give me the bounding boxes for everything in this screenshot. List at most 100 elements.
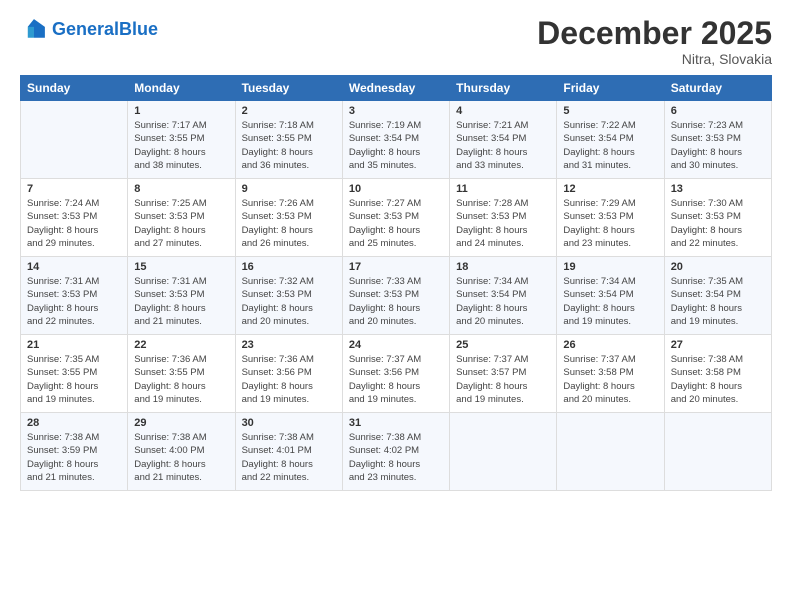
cell-4-4 bbox=[450, 413, 557, 491]
cell-4-0: 28Sunrise: 7:38 AM Sunset: 3:59 PM Dayli… bbox=[21, 413, 128, 491]
cell-4-5 bbox=[557, 413, 664, 491]
day-number: 6 bbox=[671, 105, 765, 117]
week-row-4: 28Sunrise: 7:38 AM Sunset: 3:59 PM Dayli… bbox=[21, 413, 772, 491]
day-info: Sunrise: 7:37 AM Sunset: 3:58 PM Dayligh… bbox=[563, 353, 657, 406]
cell-2-6: 20Sunrise: 7:35 AM Sunset: 3:54 PM Dayli… bbox=[664, 257, 771, 335]
day-number: 20 bbox=[671, 261, 765, 273]
header: GeneralBlue December 2025 Nitra, Slovaki… bbox=[20, 16, 772, 67]
day-info: Sunrise: 7:28 AM Sunset: 3:53 PM Dayligh… bbox=[456, 197, 550, 250]
month-title: December 2025 bbox=[537, 16, 772, 51]
cell-3-2: 23 Sunrise: 7:36 AM Sunset: 3:56 PM Dayli… bbox=[235, 335, 342, 413]
day-info: Sunrise: 7:38 AM Sunset: 4:00 PM Dayligh… bbox=[134, 431, 228, 484]
day-info: Sunrise: 7:22 AM Sunset: 3:54 PM Dayligh… bbox=[563, 119, 657, 172]
calendar-header: Sunday Monday Tuesday Wednesday Thursday… bbox=[21, 76, 772, 101]
day-number: 22 bbox=[134, 339, 228, 351]
week-row-1: 7Sunrise: 7:24 AM Sunset: 3:53 PM Daylig… bbox=[21, 179, 772, 257]
day-number: 9 bbox=[242, 183, 336, 195]
cell-2-0: 14 Sunrise: 7:31 AM Sunset: 3:53 PM Dayli… bbox=[21, 257, 128, 335]
day-info: Sunrise: 7:38 AM Sunset: 4:02 PM Dayligh… bbox=[349, 431, 443, 484]
col-wednesday: Wednesday bbox=[342, 76, 449, 101]
header-row: Sunday Monday Tuesday Wednesday Thursday… bbox=[21, 76, 772, 101]
day-number: 11 bbox=[456, 183, 550, 195]
cell-2-3: 17 Sunrise: 7:33 AM Sunset: 3:53 PM Dayli… bbox=[342, 257, 449, 335]
cell-3-3: 24 Sunrise: 7:37 AM Sunset: 3:56 PM Dayli… bbox=[342, 335, 449, 413]
cell-3-1: 22 Sunrise: 7:36 AM Sunset: 3:55 PM Dayli… bbox=[128, 335, 235, 413]
day-number: 24 bbox=[349, 339, 443, 351]
col-saturday: Saturday bbox=[664, 76, 771, 101]
cell-2-1: 15Sunrise: 7:31 AM Sunset: 3:53 PM Dayli… bbox=[128, 257, 235, 335]
day-number: 28 bbox=[27, 417, 121, 429]
day-number: 15 bbox=[134, 261, 228, 273]
calendar-table: Sunday Monday Tuesday Wednesday Thursday… bbox=[20, 75, 772, 491]
day-info: Sunrise: 7:26 AM Sunset: 3:53 PM Dayligh… bbox=[242, 197, 336, 250]
day-info: Sunrise: 7:33 AM Sunset: 3:53 PM Dayligh… bbox=[349, 275, 443, 328]
day-number: 1 bbox=[134, 105, 228, 117]
calendar-body: 1Sunrise: 7:17 AM Sunset: 3:55 PM Daylig… bbox=[21, 101, 772, 491]
cell-0-4: 4 Sunrise: 7:21 AM Sunset: 3:54 PM Daylig… bbox=[450, 101, 557, 179]
cell-2-4: 18 Sunrise: 7:34 AM Sunset: 3:54 PM Dayli… bbox=[450, 257, 557, 335]
logo-general: General bbox=[52, 19, 119, 39]
day-info: Sunrise: 7:36 AM Sunset: 3:56 PM Dayligh… bbox=[242, 353, 336, 406]
cell-1-3: 10 Sunrise: 7:27 AM Sunset: 3:53 PM Dayli… bbox=[342, 179, 449, 257]
cell-1-6: 13 Sunrise: 7:30 AM Sunset: 3:53 PM Dayli… bbox=[664, 179, 771, 257]
day-info: Sunrise: 7:24 AM Sunset: 3:53 PM Dayligh… bbox=[27, 197, 121, 250]
day-info: Sunrise: 7:19 AM Sunset: 3:54 PM Dayligh… bbox=[349, 119, 443, 172]
logo-text: GeneralBlue bbox=[52, 20, 158, 40]
day-info: Sunrise: 7:37 AM Sunset: 3:56 PM Dayligh… bbox=[349, 353, 443, 406]
day-number: 10 bbox=[349, 183, 443, 195]
day-number: 23 bbox=[242, 339, 336, 351]
day-info: Sunrise: 7:32 AM Sunset: 3:53 PM Dayligh… bbox=[242, 275, 336, 328]
cell-4-2: 30 Sunrise: 7:38 AM Sunset: 4:01 PM Dayli… bbox=[235, 413, 342, 491]
day-info: Sunrise: 7:37 AM Sunset: 3:57 PM Dayligh… bbox=[456, 353, 550, 406]
day-info: Sunrise: 7:36 AM Sunset: 3:55 PM Dayligh… bbox=[134, 353, 228, 406]
day-number: 14 bbox=[27, 261, 121, 273]
day-info: Sunrise: 7:34 AM Sunset: 3:54 PM Dayligh… bbox=[456, 275, 550, 328]
day-info: Sunrise: 7:25 AM Sunset: 3:53 PM Dayligh… bbox=[134, 197, 228, 250]
day-number: 17 bbox=[349, 261, 443, 273]
col-tuesday: Tuesday bbox=[235, 76, 342, 101]
cell-0-2: 2Sunrise: 7:18 AM Sunset: 3:55 PM Daylig… bbox=[235, 101, 342, 179]
cell-4-3: 31 Sunrise: 7:38 AM Sunset: 4:02 PM Dayli… bbox=[342, 413, 449, 491]
title-block: December 2025 Nitra, Slovakia bbox=[537, 16, 772, 67]
day-number: 27 bbox=[671, 339, 765, 351]
day-info: Sunrise: 7:35 AM Sunset: 3:55 PM Dayligh… bbox=[27, 353, 121, 406]
day-number: 25 bbox=[456, 339, 550, 351]
day-info: Sunrise: 7:30 AM Sunset: 3:53 PM Dayligh… bbox=[671, 197, 765, 250]
day-info: Sunrise: 7:21 AM Sunset: 3:54 PM Dayligh… bbox=[456, 119, 550, 172]
cell-1-0: 7Sunrise: 7:24 AM Sunset: 3:53 PM Daylig… bbox=[21, 179, 128, 257]
day-number: 31 bbox=[349, 417, 443, 429]
day-number: 13 bbox=[671, 183, 765, 195]
day-number: 26 bbox=[563, 339, 657, 351]
col-friday: Friday bbox=[557, 76, 664, 101]
week-row-3: 21 Sunrise: 7:35 AM Sunset: 3:55 PM Dayli… bbox=[21, 335, 772, 413]
cell-2-2: 16 Sunrise: 7:32 AM Sunset: 3:53 PM Dayli… bbox=[235, 257, 342, 335]
cell-0-5: 5 Sunrise: 7:22 AM Sunset: 3:54 PM Daylig… bbox=[557, 101, 664, 179]
day-info: Sunrise: 7:34 AM Sunset: 3:54 PM Dayligh… bbox=[563, 275, 657, 328]
day-number: 21 bbox=[27, 339, 121, 351]
day-number: 12 bbox=[563, 183, 657, 195]
cell-1-4: 11 Sunrise: 7:28 AM Sunset: 3:53 PM Dayli… bbox=[450, 179, 557, 257]
day-number: 30 bbox=[242, 417, 336, 429]
day-number: 5 bbox=[563, 105, 657, 117]
cell-0-6: 6Sunrise: 7:23 AM Sunset: 3:53 PM Daylig… bbox=[664, 101, 771, 179]
day-info: Sunrise: 7:18 AM Sunset: 3:55 PM Dayligh… bbox=[242, 119, 336, 172]
day-number: 4 bbox=[456, 105, 550, 117]
cell-3-5: 26 Sunrise: 7:37 AM Sunset: 3:58 PM Dayli… bbox=[557, 335, 664, 413]
day-number: 16 bbox=[242, 261, 336, 273]
day-info: Sunrise: 7:38 AM Sunset: 4:01 PM Dayligh… bbox=[242, 431, 336, 484]
cell-0-0 bbox=[21, 101, 128, 179]
day-info: Sunrise: 7:31 AM Sunset: 3:53 PM Dayligh… bbox=[27, 275, 121, 328]
cell-0-3: 3Sunrise: 7:19 AM Sunset: 3:54 PM Daylig… bbox=[342, 101, 449, 179]
logo-blue: Blue bbox=[119, 19, 158, 39]
day-number: 19 bbox=[563, 261, 657, 273]
week-row-0: 1Sunrise: 7:17 AM Sunset: 3:55 PM Daylig… bbox=[21, 101, 772, 179]
cell-0-1: 1Sunrise: 7:17 AM Sunset: 3:55 PM Daylig… bbox=[128, 101, 235, 179]
week-row-2: 14 Sunrise: 7:31 AM Sunset: 3:53 PM Dayli… bbox=[21, 257, 772, 335]
day-number: 18 bbox=[456, 261, 550, 273]
day-number: 29 bbox=[134, 417, 228, 429]
col-thursday: Thursday bbox=[450, 76, 557, 101]
day-info: Sunrise: 7:27 AM Sunset: 3:53 PM Dayligh… bbox=[349, 197, 443, 250]
cell-3-6: 27Sunrise: 7:38 AM Sunset: 3:58 PM Dayli… bbox=[664, 335, 771, 413]
cell-1-1: 8Sunrise: 7:25 AM Sunset: 3:53 PM Daylig… bbox=[128, 179, 235, 257]
col-sunday: Sunday bbox=[21, 76, 128, 101]
